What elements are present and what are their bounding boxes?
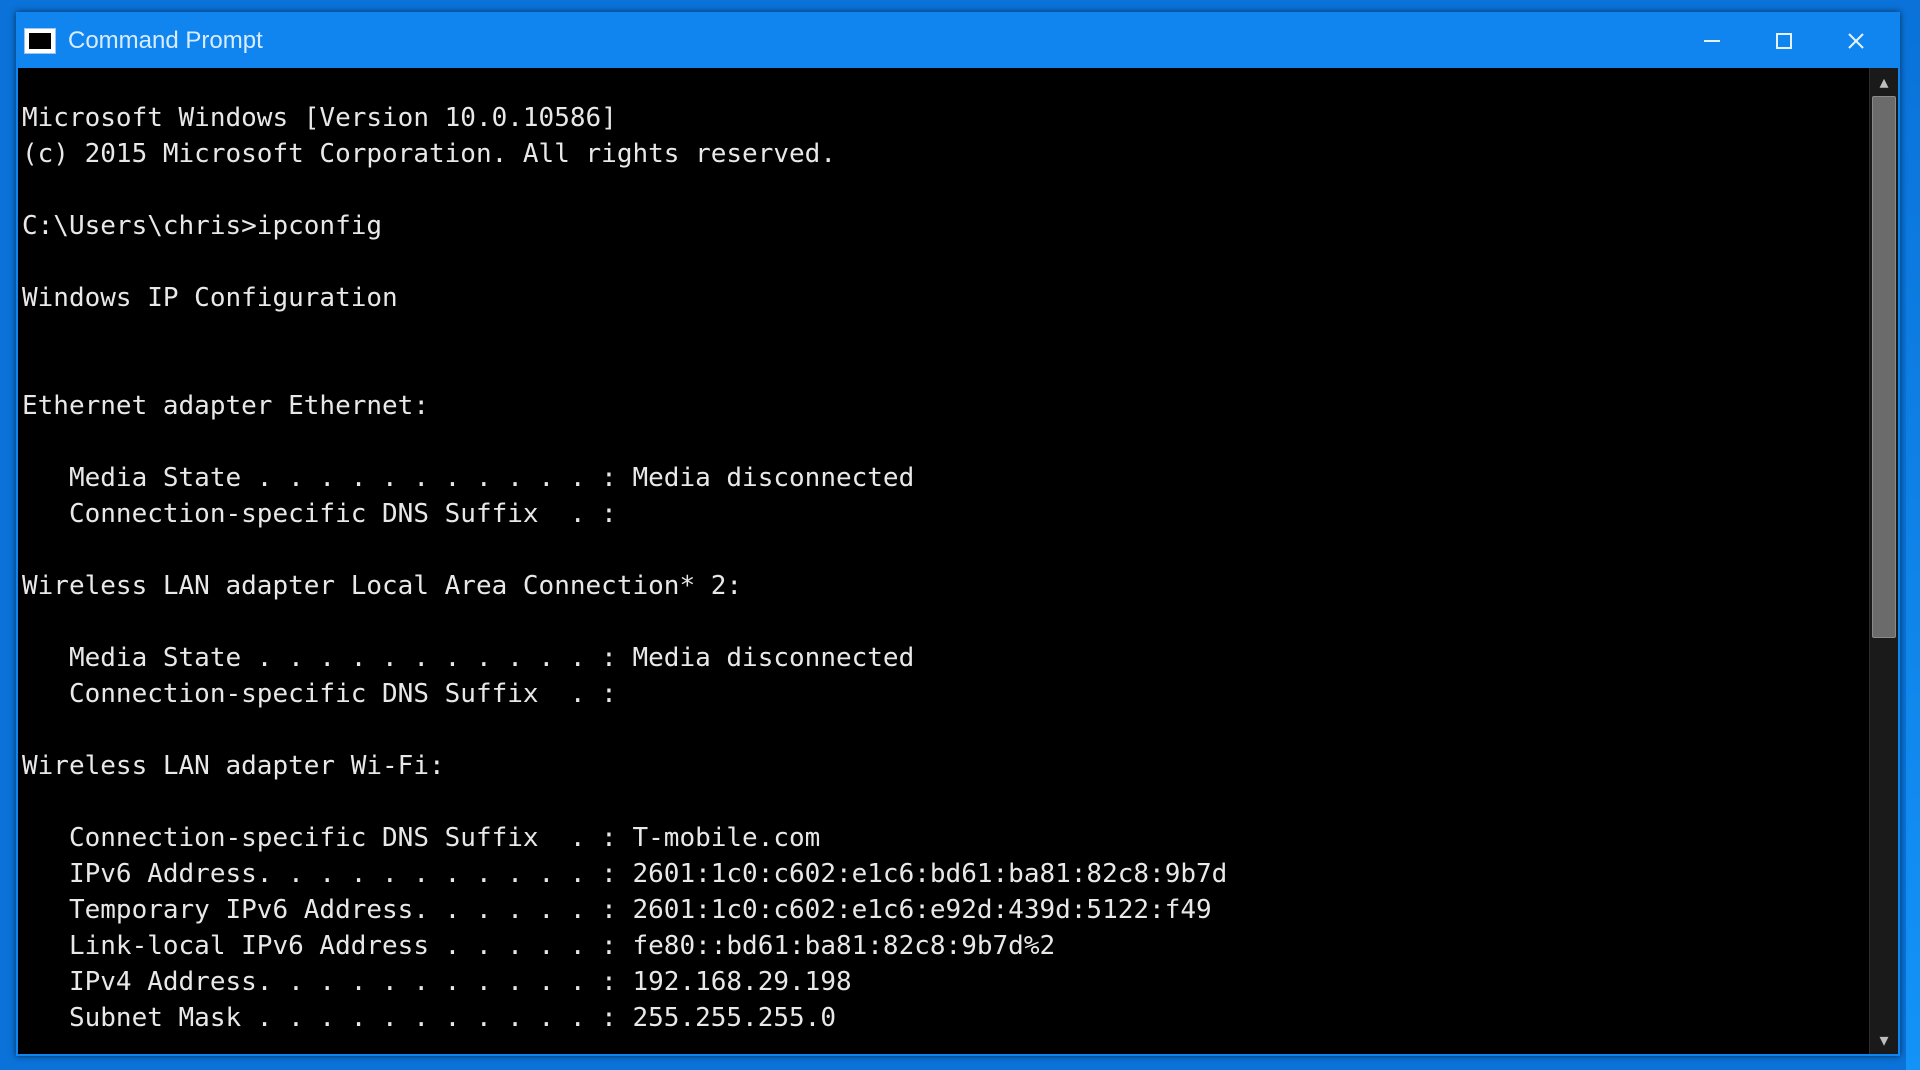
desktop-background-strip: [1906, 0, 1920, 1070]
window-title: Command Prompt: [68, 27, 1676, 55]
command-prompt-window: Command Prompt Microsoft Windows [Versio…: [16, 12, 1900, 1056]
close-button[interactable]: [1820, 14, 1892, 68]
vertical-scrollbar[interactable]: ▴ ▾: [1869, 68, 1898, 1054]
command-prompt-icon: [24, 28, 56, 54]
terminal-output[interactable]: Microsoft Windows [Version 10.0.10586] (…: [18, 94, 1869, 1028]
scrollbar-track[interactable]: [1870, 96, 1898, 1026]
scroll-down-arrow-icon[interactable]: ▾: [1870, 1026, 1898, 1054]
scrollbar-thumb[interactable]: [1872, 96, 1896, 638]
window-controls: [1676, 14, 1892, 68]
maximize-button[interactable]: [1748, 14, 1820, 68]
titlebar[interactable]: Command Prompt: [18, 14, 1898, 68]
scroll-up-arrow-icon[interactable]: ▴: [1870, 68, 1898, 96]
minimize-button[interactable]: [1676, 14, 1748, 68]
window-body: Microsoft Windows [Version 10.0.10586] (…: [18, 68, 1898, 1054]
